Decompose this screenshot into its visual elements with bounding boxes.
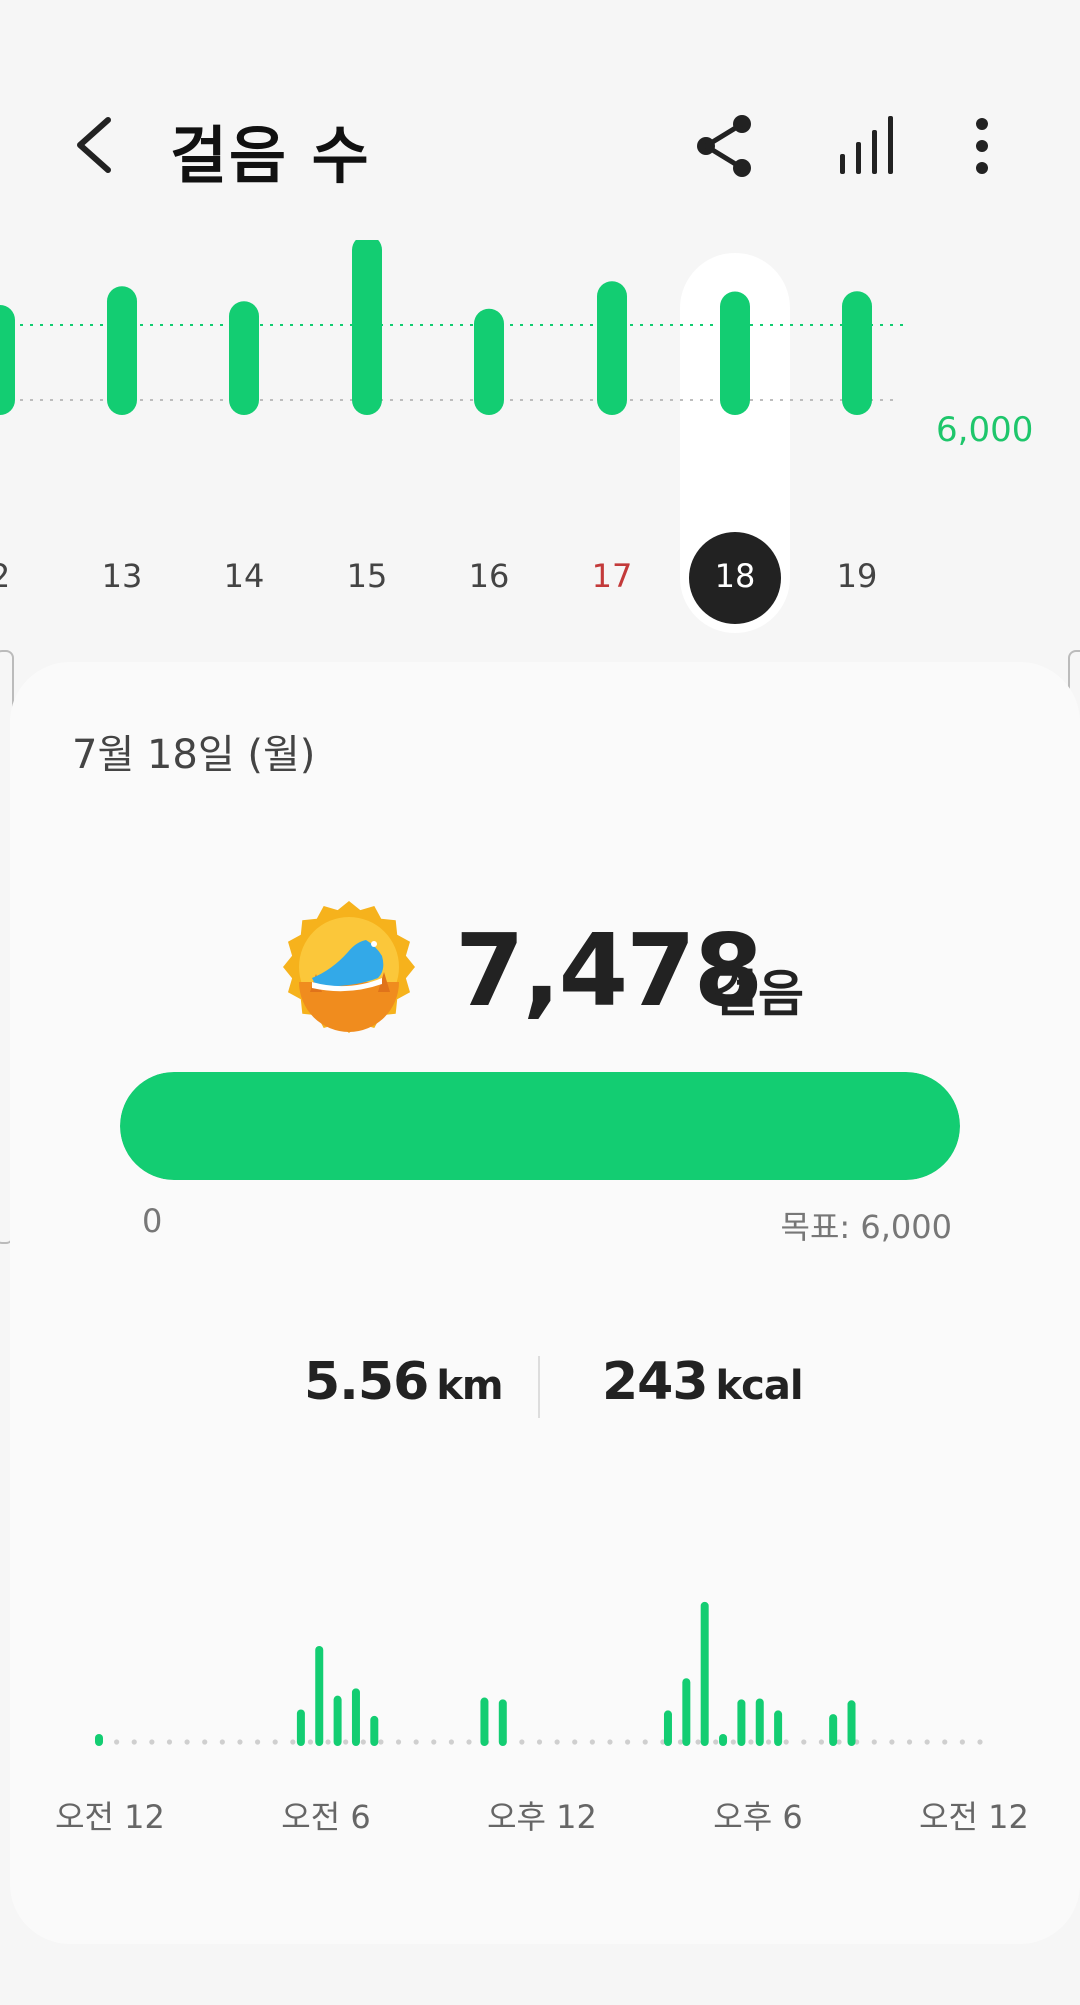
hour-axis-label: 오전 12 — [919, 1798, 1029, 1836]
baseline-dot — [237, 1739, 243, 1745]
distance-metric: 5.56 km — [304, 1352, 504, 1412]
baseline-dot — [466, 1739, 472, 1745]
day-label[interactable]: 14 — [204, 557, 284, 595]
hourly-steps-chart: 오전 12 오전 6 오후 12 오후 6 오전 12 — [10, 1562, 1080, 1882]
baseline-dot — [131, 1739, 137, 1745]
hour-axis-label: 오후 6 — [713, 1798, 803, 1836]
baseline-dot — [959, 1739, 965, 1745]
baseline-dot — [325, 1739, 331, 1745]
metric-divider — [538, 1356, 540, 1418]
daily-steps-chart[interactable]: 6,000 2 13 14 15 16 17 18 19 — [0, 240, 1080, 640]
baseline-dot — [642, 1739, 648, 1745]
daily-summary-card: 7월 18일 (월) 7,478 걸음 0 목표: 6,000 5.56 km 2… — [10, 662, 1080, 1944]
calories-unit: kcal — [715, 1363, 804, 1409]
goal-progress-fill — [120, 1072, 960, 1180]
baseline-dot — [431, 1739, 437, 1745]
baseline-dot — [114, 1739, 120, 1745]
calories-value: 243 — [602, 1352, 709, 1412]
day-label[interactable]: 18 — [695, 557, 775, 595]
share-button[interactable] — [690, 108, 760, 184]
day-label[interactable]: 17 — [572, 557, 652, 595]
day-label[interactable]: 15 — [327, 557, 407, 595]
calories-metric: 243 kcal — [602, 1352, 804, 1412]
baseline-dot — [765, 1739, 772, 1745]
back-button[interactable] — [62, 100, 126, 190]
baseline-dot — [695, 1739, 701, 1745]
baseline-dot — [413, 1739, 419, 1745]
page-title: 걸음 수 — [170, 119, 371, 192]
baseline-dot — [871, 1739, 877, 1745]
share-icon — [697, 115, 751, 177]
baseline-dot — [290, 1739, 296, 1745]
day-label[interactable]: 13 — [82, 557, 162, 595]
steps-unit: 걸음 — [712, 965, 804, 1023]
baseline-dot — [889, 1739, 895, 1745]
baseline-dot — [677, 1739, 684, 1745]
baseline-dot — [519, 1739, 525, 1745]
back-icon — [77, 117, 111, 173]
baseline-dot — [589, 1739, 595, 1745]
baseline-dot — [184, 1739, 190, 1745]
baseline-dot — [149, 1739, 155, 1745]
baseline-dot — [166, 1739, 173, 1745]
baseline-dot — [448, 1739, 454, 1745]
baseline-dot — [572, 1739, 578, 1745]
distance-value: 5.56 — [304, 1352, 429, 1412]
baseline-dot — [607, 1739, 613, 1745]
baseline-dot — [783, 1739, 789, 1745]
baseline-dot — [202, 1739, 208, 1745]
baseline-dot — [801, 1739, 807, 1745]
baseline-dot — [748, 1739, 754, 1745]
baseline-dot — [977, 1739, 983, 1745]
distance-unit: km — [436, 1363, 503, 1409]
baseline-dot — [713, 1739, 719, 1745]
baseline-dot — [730, 1739, 736, 1745]
hour-axis-label: 오전 12 — [55, 1798, 165, 1836]
day-label[interactable]: 2 — [0, 557, 40, 595]
selected-date: 7월 18일 (월) — [72, 732, 316, 778]
baseline-dot — [307, 1739, 314, 1745]
goal-progress-bar — [120, 1072, 960, 1180]
baseline-dot — [536, 1739, 543, 1745]
baseline-dot — [924, 1739, 930, 1745]
baseline-dot — [219, 1739, 225, 1745]
more-vertical-icon — [976, 118, 988, 174]
baseline-dot — [272, 1739, 278, 1745]
baseline-dot — [906, 1739, 913, 1745]
progress-min-label: 0 — [142, 1202, 163, 1240]
hour-axis-label: 오전 6 — [281, 1798, 371, 1836]
running-shoe-badge-icon — [283, 901, 415, 1033]
baseline-dot — [395, 1739, 402, 1745]
baseline-dot — [625, 1739, 631, 1745]
bar-chart-icon — [840, 116, 893, 174]
day-label[interactable]: 19 — [817, 557, 897, 595]
baseline-dot — [942, 1739, 948, 1745]
baseline-dot — [343, 1739, 349, 1745]
baseline-dot — [818, 1739, 825, 1745]
progress-goal-label: 목표: 6,000 — [780, 1208, 952, 1246]
baseline-dot — [378, 1739, 384, 1745]
baseline-dot — [360, 1739, 366, 1745]
day-label[interactable]: 16 — [449, 557, 529, 595]
baseline-dot — [836, 1739, 842, 1745]
goal-line-label: 6,000 — [936, 410, 1034, 450]
more-options-button[interactable] — [950, 108, 1020, 184]
baseline-dot — [554, 1739, 560, 1745]
baseline-dot — [254, 1739, 261, 1745]
statistics-button[interactable] — [832, 108, 902, 184]
daily-chart-canvas — [0, 240, 905, 633]
hour-axis-label: 오후 12 — [487, 1798, 597, 1836]
hourly-chart-canvas — [95, 1601, 983, 1746]
